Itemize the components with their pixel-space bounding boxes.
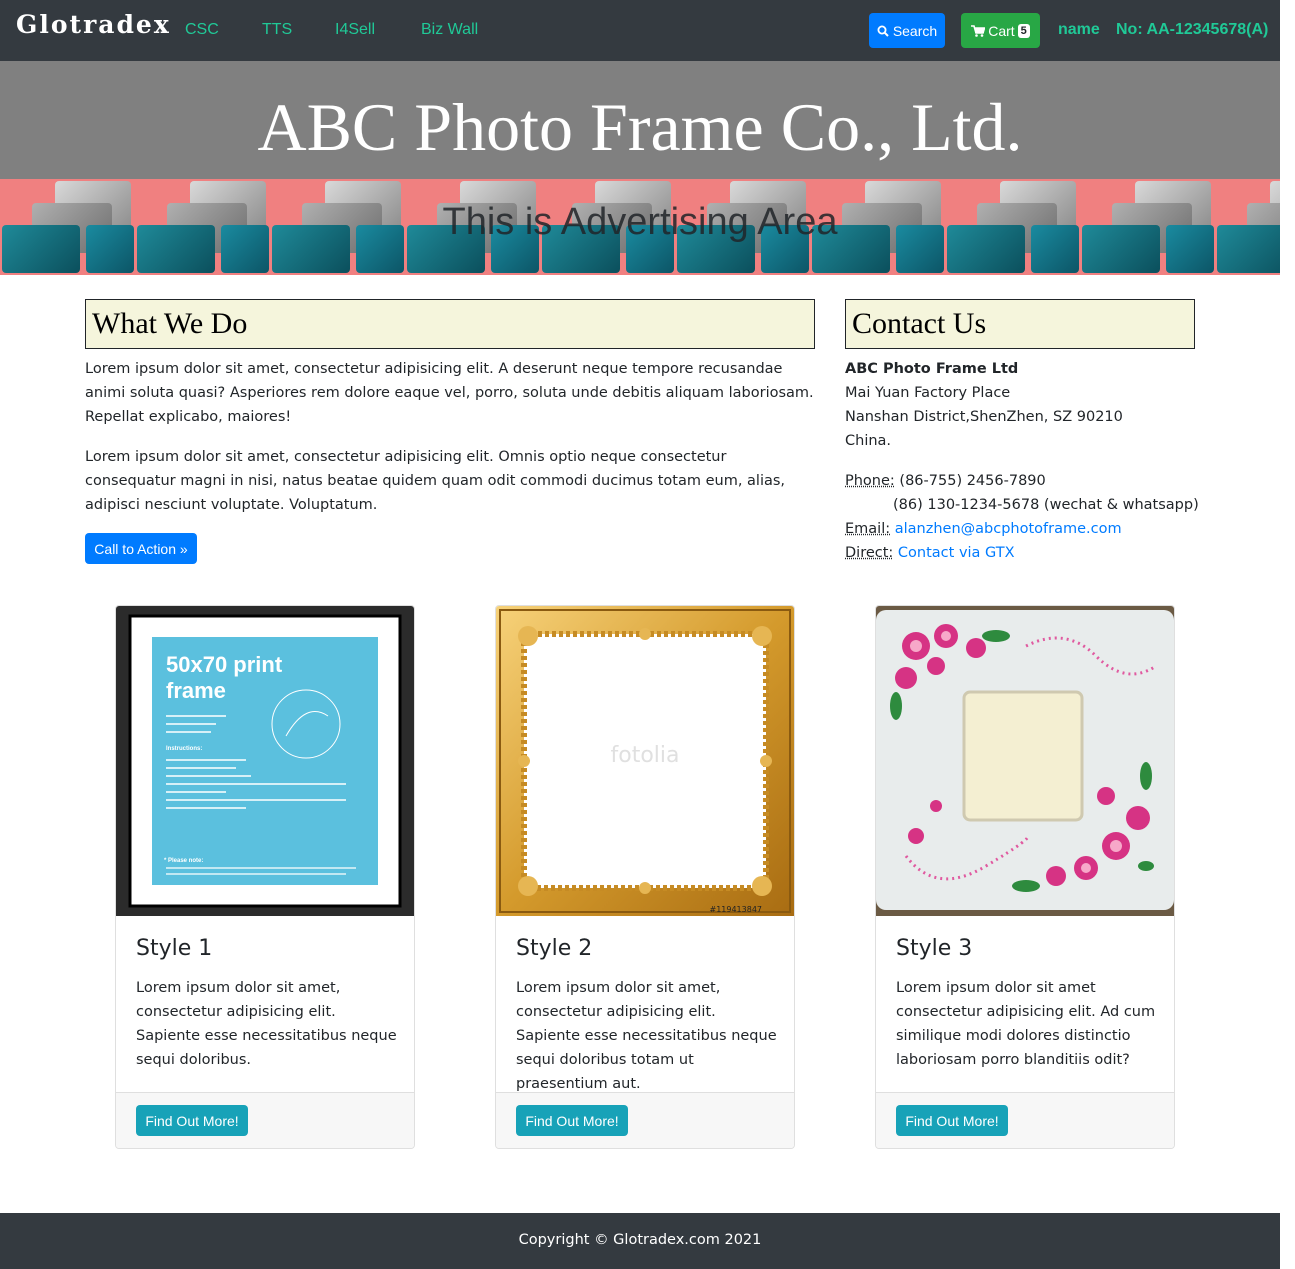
poster-headline-2: frame	[166, 678, 226, 703]
cart-button-label: Cart	[988, 22, 1015, 39]
call-to-action-button[interactable]: Call to Action »	[85, 533, 197, 564]
card-3-text: Lorem ipsum dolor sit amet consectetur a…	[896, 980, 1156, 1068]
cart-icon	[971, 24, 986, 37]
contact-address-line-3: China.	[845, 433, 892, 449]
what-we-do-paragraph-1: Lorem ipsum dolor sit amet, consectetur …	[85, 361, 814, 425]
card-3-title: Style 3	[896, 936, 973, 961]
nav-link-csc[interactable]: CSC	[185, 21, 219, 39]
product-card-style-1: 50x70 print frame Instructions: * Please…	[115, 605, 415, 1149]
cart-count-badge: 5	[1017, 23, 1030, 38]
poster-headline-1: 50x70 print	[166, 652, 283, 677]
contact-direct-line: Direct: Contact via GTX	[845, 541, 1205, 565]
find-out-more-button-1[interactable]: Find Out More!	[136, 1105, 248, 1136]
user-name[interactable]: name	[1058, 21, 1100, 39]
search-button-label: Search	[892, 22, 938, 39]
contact-address-line-1: Mai Yuan Factory Place	[845, 385, 1011, 401]
card-1-text: Lorem ipsum dolor sit amet, consectetur …	[136, 980, 397, 1068]
search-button[interactable]: Search	[869, 13, 945, 48]
card-1-title: Style 1	[136, 936, 213, 961]
contact-us-heading: Contact Us	[845, 299, 1195, 349]
email-label: Email:	[845, 521, 891, 537]
page-footer: Copyright © Glotradex.com 2021	[0, 1213, 1280, 1269]
company-title: ABC Photo Frame Co., Ltd.	[257, 89, 1023, 165]
find-out-more-button-3[interactable]: Find Out More!	[896, 1105, 1008, 1136]
product-card-style-2: fotolia #119413847 Style 2 Lorem ipsum d…	[495, 605, 795, 1149]
image-stock-id: #119413847	[709, 905, 762, 914]
product-card-style-3: Style 3 Lorem ipsum dolor sit amet conse…	[875, 605, 1175, 1149]
nav-link-tts[interactable]: TTS	[262, 21, 292, 39]
what-we-do-paragraph-2: Lorem ipsum dolor sit amet, consectetur …	[85, 449, 786, 513]
contact-via-gtx-link[interactable]: Contact via GTX	[898, 545, 1015, 561]
phone-label: Phone:	[845, 473, 895, 489]
phone-number-2: (86) 130-1234-5678 (wechat & whatsapp)	[893, 497, 1199, 513]
image-watermark: fotolia	[611, 743, 680, 768]
nav-link-biz-wall[interactable]: Biz Wall	[421, 21, 478, 39]
nav-link-i4sell[interactable]: I4Sell	[335, 21, 375, 39]
poster-instructions-title: Instructions:	[166, 746, 202, 752]
search-icon	[877, 25, 889, 37]
contact-company: ABC Photo Frame Ltd	[845, 361, 1019, 377]
direct-label: Direct:	[845, 545, 894, 561]
copyright-text: Copyright © Glotradex.com 2021	[518, 1232, 762, 1248]
cart-button[interactable]: Cart 5	[961, 13, 1040, 48]
what-we-do-heading: What We Do	[85, 299, 815, 349]
advertising-text: This is Advertising Area	[442, 201, 838, 243]
card-2-text: Lorem ipsum dolor sit amet, consectetur …	[516, 980, 777, 1092]
card-2-footer: Find Out More!	[496, 1092, 794, 1148]
contact-details: ABC Photo Frame Ltd Mai Yuan Factory Pla…	[845, 357, 1205, 565]
email-link[interactable]: alanzhen@abcphotoframe.com	[895, 521, 1122, 537]
top-navbar: Glotradex CSC TTS I4Sell Biz Wall Search…	[0, 0, 1280, 61]
card-2-title: Style 2	[516, 936, 593, 961]
poster-note: * Please note:	[164, 858, 203, 864]
find-out-more-button-2[interactable]: Find Out More!	[516, 1105, 628, 1136]
contact-email-line: Email: alanzhen@abcphotoframe.com	[845, 517, 1205, 541]
contact-address-line-2: Nanshan District,ShenZhen, SZ 90210	[845, 409, 1123, 425]
contact-phone-line-1: Phone: (86-755) 2456-7890	[845, 469, 1205, 493]
card-3-footer: Find Out More!	[876, 1092, 1174, 1148]
style-3-frame-image[interactable]	[876, 606, 1174, 916]
style-1-frame-image[interactable]: 50x70 print frame Instructions: * Please…	[116, 606, 414, 916]
phone-number-1: (86-755) 2456-7890	[899, 473, 1046, 489]
brand-logo[interactable]: Glotradex	[16, 10, 171, 39]
account-number[interactable]: No: AA-12345678(A)	[1116, 21, 1268, 39]
style-2-frame-image[interactable]: fotolia #119413847	[496, 606, 794, 916]
card-1-footer: Find Out More!	[116, 1092, 414, 1148]
